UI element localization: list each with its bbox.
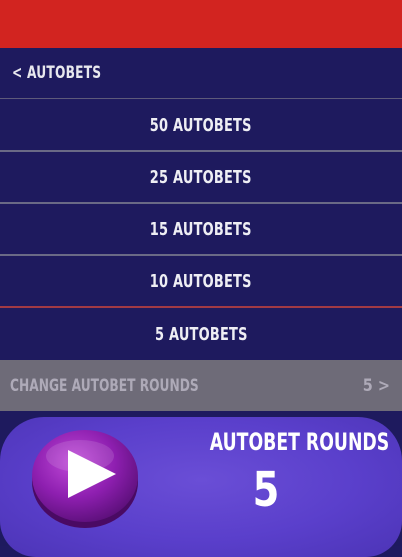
autobet-option-label: 5 AUTOBETS <box>154 323 248 345</box>
top-bar <box>0 0 402 48</box>
back-to-autobets-button[interactable]: < AUTOBETS <box>0 48 402 99</box>
autobet-option-25[interactable]: 25 AUTOBETS <box>0 152 402 204</box>
play-button[interactable] <box>30 426 140 530</box>
autobet-option-10[interactable]: 10 AUTOBETS <box>0 256 402 308</box>
autobet-option-5[interactable]: 5 AUTOBETS <box>0 308 402 360</box>
play-icon <box>32 430 138 528</box>
change-autobet-rounds-label: CHANGE AUTOBET ROUNDS <box>10 375 199 396</box>
change-autobet-rounds-value: 5 > <box>362 375 390 396</box>
autobet-rounds-label: AUTOBET ROUNDS <box>209 428 390 456</box>
autobet-option-label: 50 AUTOBETS <box>150 114 252 136</box>
back-label: < AUTOBETS <box>12 63 102 83</box>
autobet-option-50[interactable]: 50 AUTOBETS <box>0 100 402 152</box>
autobet-rounds-value: 5 <box>252 462 280 518</box>
autobet-option-15[interactable]: 15 AUTOBETS <box>0 204 402 256</box>
change-autobet-rounds-row[interactable]: CHANGE AUTOBET ROUNDS 5 > <box>0 360 402 411</box>
autobet-option-label: 25 AUTOBETS <box>150 166 252 188</box>
autobet-option-label: 10 AUTOBETS <box>150 270 252 292</box>
autobet-option-label: 15 AUTOBETS <box>150 218 252 240</box>
